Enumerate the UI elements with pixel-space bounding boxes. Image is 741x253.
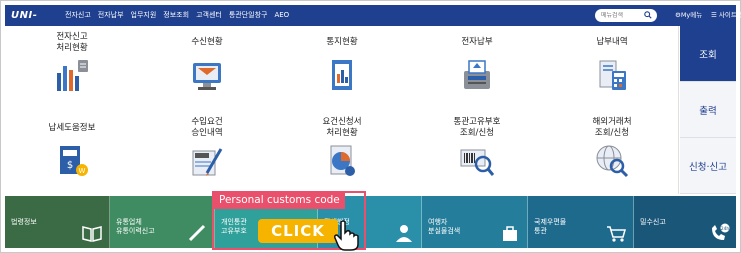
tile-requirement-application-status[interactable]: 요건신청서 처리현황: [275, 110, 409, 194]
callout-title: Personal customs code: [214, 191, 345, 209]
side-tabs: 조회 출력 신청·신고: [680, 26, 736, 194]
quick-link-international-mail[interactable]: 국제우편물 통관: [528, 196, 634, 248]
top-nav-bar: UNI-PASS 전자신고 전자납부 업무지원 정보조회 고객센터 통관단일창구…: [5, 5, 741, 42]
tile-receipt-status[interactable]: 수신현황: [140, 26, 274, 110]
tile-payment-history[interactable]: 납부내역: [545, 26, 679, 110]
sitemap-link[interactable]: ☰ 사이트맵: [711, 5, 741, 26]
tile-tax-help-info[interactable]: 납세도움정보 $ W: [5, 110, 139, 194]
quick-link-label: 여행자 분실물검색: [428, 218, 461, 235]
payment-terminal-icon: [464, 60, 490, 89]
search-icon[interactable]: [644, 11, 652, 19]
my-menu-label: My메뉴: [680, 11, 703, 19]
nav-item-business-support[interactable]: 업무지원: [131, 5, 157, 26]
tab-apply-report[interactable]: 신청·신고: [680, 138, 736, 194]
sitemap-label: 사이트맵: [718, 11, 741, 19]
nav-item-customer-center[interactable]: 고객센터: [196, 5, 222, 26]
tile-label: 전자납부: [461, 37, 493, 47]
barcode-magnifier-icon: [460, 149, 495, 176]
tile-customs-code-lookup[interactable]: 통관고유부호 조회/신청: [410, 110, 544, 194]
book-icon: [82, 226, 102, 242]
tile-label: 납세도움정보: [48, 123, 96, 133]
unipass-logo[interactable]: UNI-PASS: [5, 5, 63, 42]
tile-label: 해외거래처 조회/신청: [592, 117, 632, 138]
tile-label: 요건신청서 처리현황: [322, 117, 362, 138]
menu-search: [595, 9, 657, 22]
quick-link-legal-info[interactable]: 법령정보: [5, 196, 110, 248]
click-button[interactable]: CLICK: [258, 219, 338, 243]
nav-item-e-payment[interactable]: 전자납부: [98, 5, 124, 26]
hamburger-icon: ☰: [711, 11, 719, 19]
tile-label: 통지현황: [326, 37, 358, 47]
tile-label: 전자신고 처리현황: [56, 32, 88, 53]
tile-notice-status[interactable]: 통지현황: [275, 26, 409, 110]
quick-link-band: 법령정보 유통업체 유통이력신고 개인통관 고유부호 관세행정 민원 여행자 분…: [5, 196, 736, 248]
nav-item-info-lookup[interactable]: 정보조회: [163, 5, 189, 26]
phone-24h-icon: 24h: [712, 223, 730, 240]
tab-print[interactable]: 출력: [680, 82, 736, 138]
mail-computer-icon: [193, 63, 221, 90]
search-input[interactable]: [595, 12, 639, 19]
nav-item-single-window[interactable]: 통관단일창구: [229, 5, 268, 26]
pie-chart-document-icon: [330, 145, 355, 176]
nav-item-e-declaration[interactable]: 전자신고: [65, 5, 91, 26]
pointing-hand-icon: [334, 220, 359, 251]
import-document-pen-icon: [192, 148, 223, 176]
menu-grid: 전자신고 처리현황 수신현황 통지현황 전자납부 납부내역 납세도움정보 $ W…: [5, 26, 679, 194]
my-menu-link[interactable]: ⚙My메뉴: [675, 5, 702, 26]
svg-text:24h: 24h: [721, 226, 730, 232]
tile-import-requirement-approval[interactable]: 수입요건 승인내역: [140, 110, 274, 194]
quick-link-label: 유통업체 유통이력신고: [116, 218, 155, 235]
tile-label: 수신현황: [191, 37, 223, 47]
bar-chart-document-icon: [57, 60, 88, 91]
globe-magnifier-icon: [596, 145, 629, 178]
tile-e-payment[interactable]: 전자납부: [410, 26, 544, 110]
tile-label: 통관고유부호 조회/신청: [453, 117, 501, 138]
quick-link-traveler-lost-items[interactable]: 여행자 분실물검색: [422, 196, 528, 248]
nav-item-aeo[interactable]: AEO: [274, 5, 289, 26]
quick-link-label: 밀수신고: [640, 218, 666, 226]
tile-overseas-partner-lookup[interactable]: 해외거래처 조회/신청: [545, 110, 679, 194]
tab-lookup[interactable]: 조회: [680, 26, 736, 82]
svg-text:W: W: [79, 167, 86, 175]
person-icon: [396, 225, 412, 242]
tile-e-declaration-status[interactable]: 전자신고 처리현황: [5, 26, 139, 110]
notice-document-icon: [332, 60, 352, 90]
svg-text:$: $: [67, 160, 73, 171]
bag-icon: [503, 226, 517, 241]
tax-help-document-icon: $ W: [60, 146, 88, 176]
quick-link-label: 법령정보: [11, 218, 37, 226]
main-nav: 전자신고 전자납부 업무지원 정보조회 고객센터 통관단일창구 AEO: [65, 5, 289, 26]
tile-label: 납부내역: [596, 37, 628, 47]
tile-label: 수입요건 승인내역: [191, 117, 223, 138]
quick-link-label: 국제우편물 통관: [534, 218, 567, 235]
quick-link-distribution-report[interactable]: 유통업체 유통이력신고: [110, 196, 215, 248]
receipt-calculator-icon: [599, 60, 626, 90]
pen-icon: [188, 224, 206, 242]
quick-link-smuggling-report[interactable]: 밀수신고 24h: [634, 196, 736, 248]
cart-icon: [607, 226, 626, 242]
